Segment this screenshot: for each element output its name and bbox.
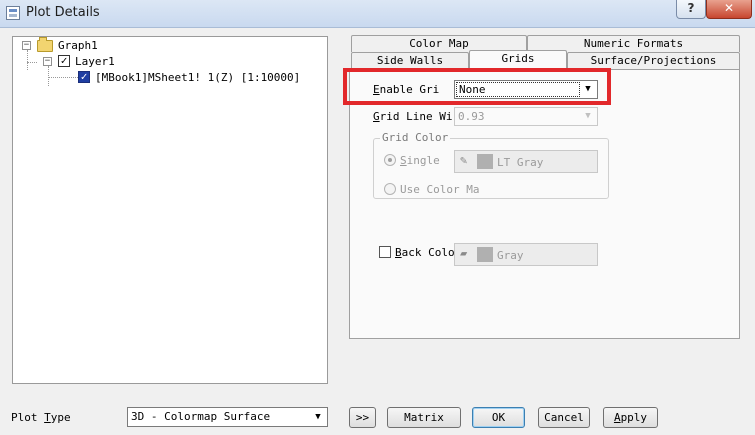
chevron-down-icon[interactable]: ▼ xyxy=(581,110,595,123)
tab-side-walls[interactable]: Side Walls xyxy=(351,52,469,69)
plot-type-value: 3D - Colormap Surface xyxy=(131,410,271,423)
chevron-down-icon[interactable]: ▼ xyxy=(311,411,325,424)
tree-node-label: Layer1 xyxy=(75,55,115,68)
layer-checkbox[interactable]: ✓ xyxy=(58,55,70,67)
plot-type-dropdown[interactable]: 3D - Colormap Surface ▼ xyxy=(127,407,328,427)
tab-surface-projections[interactable]: Surface/Projections xyxy=(567,52,740,69)
back-color-checkbox[interactable] xyxy=(379,246,391,258)
apply-button[interactable]: Apply xyxy=(603,407,658,428)
collapse-icon[interactable]: − xyxy=(22,41,31,50)
back-color-value: Gray xyxy=(497,249,524,262)
expand-button[interactable]: >> xyxy=(349,407,376,428)
grid-line-width-label: Grid Line Wi xyxy=(373,110,453,123)
color-swatch xyxy=(477,154,493,169)
tree-node-label: [MBook1]MSheet1! 1(Z) [1:10000] xyxy=(95,71,301,84)
plot-tree[interactable]: − Graph1 − ✓ Layer1 ✓ [MBook1]MSheet1! 1… xyxy=(12,36,328,384)
grid-line-width-combo[interactable]: 0.93 ▼ xyxy=(454,107,598,126)
cancel-button[interactable]: Cancel xyxy=(538,407,590,428)
use-color-map-radio[interactable] xyxy=(384,183,396,195)
help-button[interactable]: ? xyxy=(676,0,706,19)
tab-grids[interactable]: Grids xyxy=(469,50,567,69)
grid-color-button[interactable]: ✎ LT Gray xyxy=(454,150,598,173)
single-label: Single xyxy=(400,154,440,167)
folder-icon xyxy=(37,37,53,52)
tree-node-label: Graph1 xyxy=(58,39,98,52)
grid-color-value: LT Gray xyxy=(497,156,544,169)
matrix-button[interactable]: Matrix xyxy=(387,407,461,428)
tree-node-graph[interactable]: − Graph1 xyxy=(13,37,313,54)
use-color-map-label: Use Color Ma xyxy=(400,183,480,196)
paint-bucket-icon: ▰ xyxy=(460,246,468,260)
plot-type-label: Plot Type xyxy=(11,411,71,424)
tree-node-dataset[interactable]: ✓ [MBook1]MSheet1! 1(Z) [1:10000] xyxy=(13,70,313,86)
grid-line-width-value: 0.93 xyxy=(458,110,485,123)
color-swatch xyxy=(477,247,493,262)
pencil-icon: ✎ xyxy=(460,153,468,167)
app-icon xyxy=(6,6,20,20)
window-title: Plot Details xyxy=(26,5,100,20)
grid-color-group-title: Grid Color xyxy=(380,131,451,144)
collapse-icon[interactable]: − xyxy=(43,57,52,66)
ok-button[interactable]: OK xyxy=(472,407,525,428)
close-button[interactable]: ✕ xyxy=(706,0,752,19)
single-color-radio[interactable] xyxy=(384,154,396,166)
tree-node-layer[interactable]: − ✓ Layer1 xyxy=(13,54,313,70)
back-color-button[interactable]: ▰ Gray xyxy=(454,243,598,266)
back-color-label: Back Colo xyxy=(395,246,455,259)
highlight-annotation xyxy=(343,68,611,105)
title-bar: Plot Details ? ✕ xyxy=(0,0,755,28)
dataset-checkbox[interactable]: ✓ xyxy=(78,71,90,83)
